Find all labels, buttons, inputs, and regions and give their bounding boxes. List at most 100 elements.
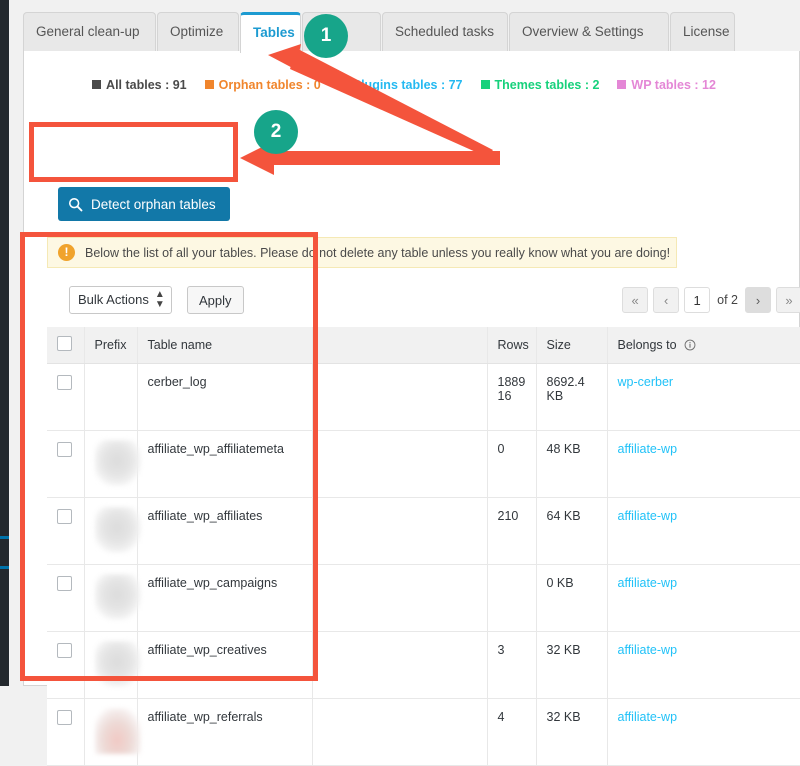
apply-button[interactable]: Apply [187,286,244,314]
column-rows: Rows [487,327,536,364]
column-header-label: Belongs to [618,338,677,352]
legend-item-all-tables: All tables : 91 [92,78,187,92]
row-checkbox[interactable] [57,576,72,591]
sidebar-accent-marker [0,566,9,569]
row-size-cell: 8692.4 KB [536,364,607,431]
table-name: affiliate_wp_referrals [148,710,263,724]
table-row[interactable]: cerber_log 188916 8692.4 KB wp-cerber [47,364,800,431]
row-belongs-to-cell: affiliate-wp [607,699,800,766]
belongs-to-link[interactable]: affiliate-wp [618,576,678,590]
legend-swatch-plugins-tables [339,80,348,89]
tab-tables[interactable]: Tables [240,12,301,53]
row-size-cell: 64 KB [536,498,607,565]
row-checkbox[interactable] [57,442,72,457]
table-body: cerber_log 188916 8692.4 KB wp-cerber af… [47,364,800,766]
tab-scheduled-tasks[interactable]: Scheduled tasks [382,12,508,52]
row-blank-cell [312,364,487,431]
table-header-row: Prefix Table name Rows Size Belongs to [47,327,800,364]
tables-legend: All tables : 91 Orphan tables : 0 Plugins … [24,78,784,92]
row-prefix-cell [84,498,137,565]
legend-swatch-orphan-tables [205,80,214,89]
pagination-last-button[interactable]: » [776,287,800,313]
row-table-name-cell: affiliate_wp_campaigns [137,565,312,632]
tables-panel: All tables : 91 Orphan tables : 0 Plugins … [23,51,800,686]
table-toolbar: Bulk Actions ▲▼ Apply « ‹ of 2 › » [47,286,800,318]
belongs-to-link[interactable]: affiliate-wp [618,442,678,456]
column-header-label: Table name [148,338,213,352]
column-prefix: Prefix [84,327,137,364]
redacted-prefix [95,708,141,754]
pagination-next-button[interactable]: › [745,287,771,313]
detect-orphan-tables-label: Detect orphan tables [91,197,216,212]
pagination-last-label: » [785,293,792,308]
table-row[interactable]: affiliate_wp_affiliatemeta 0 48 KB affil… [47,431,800,498]
row-blank-cell [312,498,487,565]
table-name: affiliate_wp_affiliatemeta [148,442,284,456]
legend-swatch-all-tables [92,80,101,89]
row-belongs-to-cell: affiliate-wp [607,431,800,498]
row-size: 48 KB [547,442,581,456]
row-count: 210 [498,509,519,523]
detect-orphan-tables-button[interactable]: Detect orphan tables [58,187,230,221]
tab-label: Tables [253,25,295,40]
pagination-page-input[interactable] [684,287,710,313]
row-table-name-cell: cerber_log [137,364,312,431]
row-belongs-to-cell: affiliate-wp [607,498,800,565]
bulk-actions-select[interactable]: Bulk Actions ▲▼ [69,286,172,314]
table-row[interactable]: affiliate_wp_creatives 3 32 KB affiliate… [47,632,800,699]
row-prefix-cell [84,632,137,699]
legend-swatch-themes-tables [481,80,490,89]
belongs-to-link[interactable]: affiliate-wp [618,509,678,523]
row-count: 188916 [498,375,526,403]
admin-page: General clean-up Optimize Tables Op Sche… [9,0,800,686]
row-checkbox[interactable] [57,509,72,524]
belongs-to-link[interactable]: affiliate-wp [618,643,678,657]
row-select-cell [47,498,84,565]
tab-bar: General clean-up Optimize Tables Op Sche… [23,12,800,52]
row-table-name-cell: affiliate_wp_creatives [137,632,312,699]
row-size: 64 KB [547,509,581,523]
row-checkbox[interactable] [57,375,72,390]
select-all-checkbox[interactable] [57,336,72,351]
bulk-actions-label: Bulk Actions [78,292,149,307]
table-row[interactable]: affiliate_wp_referrals 4 32 KB affiliate… [47,699,800,766]
row-rows-cell: 210 [487,498,536,565]
row-size: 32 KB [547,710,581,724]
tab-general-clean-up[interactable]: General clean-up [23,12,156,52]
tab-license[interactable]: License [670,12,735,52]
row-table-name-cell: affiliate_wp_referrals [137,699,312,766]
row-size-cell: 32 KB [536,632,607,699]
pagination-prev-button[interactable]: ‹ [653,287,679,313]
tab-optimize[interactable]: Optimize [157,12,239,52]
row-count: 0 [498,442,505,456]
table-name: affiliate_wp_affiliates [148,509,263,523]
row-blank-cell [312,699,487,766]
row-size-cell: 48 KB [536,431,607,498]
pagination-first-button[interactable]: « [622,287,648,313]
column-header-label: Size [547,338,571,352]
table-row[interactable]: affiliate_wp_campaigns 0 KB affiliate-wp [47,565,800,632]
row-rows-cell: 4 [487,699,536,766]
tab-overview-settings[interactable]: Overview & Settings [509,12,669,52]
column-header-label: Rows [498,338,529,352]
belongs-to-link[interactable]: wp-cerber [618,375,674,389]
row-checkbox[interactable] [57,710,72,725]
row-rows-cell [487,565,536,632]
table-row[interactable]: affiliate_wp_affiliates 210 64 KB affili… [47,498,800,565]
info-icon[interactable] [684,339,696,351]
legend-item-orphan-tables: Orphan tables : 0 [205,78,321,92]
apply-label: Apply [199,293,232,308]
tab-label: Overview & Settings [522,24,644,39]
row-count: 4 [498,710,505,724]
legend-item-plugins-tables: Plugins tables : 77 [339,78,463,92]
tab-label: General clean-up [36,24,140,39]
row-belongs-to-cell: wp-cerber [607,364,800,431]
warning-notice: ! Below the list of all your tables. Ple… [47,237,677,268]
row-prefix-cell [84,699,137,766]
row-checkbox[interactable] [57,643,72,658]
tables-list: Prefix Table name Rows Size Belongs to [47,327,800,766]
legend-label: Orphan tables : 0 [219,78,321,92]
legend-swatch-wp-tables [617,80,626,89]
belongs-to-link[interactable]: affiliate-wp [618,710,678,724]
table-name: cerber_log [148,375,207,389]
